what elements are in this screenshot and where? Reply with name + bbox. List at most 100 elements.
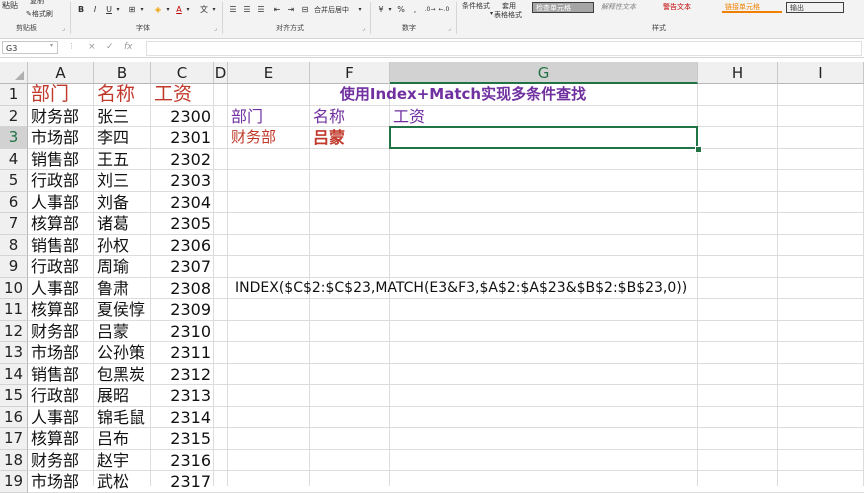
salary-cell[interactable]: 2312: [151, 364, 214, 386]
column-header-h[interactable]: H: [698, 62, 778, 84]
dept-cell[interactable]: 市场部: [28, 127, 94, 149]
format-painter-button[interactable]: ✎格式刷: [26, 9, 53, 19]
font-dialog-launcher-icon[interactable]: ⌟: [214, 24, 217, 34]
column-header-e[interactable]: E: [228, 62, 310, 84]
name-box-dropdown-icon[interactable]: ▾: [50, 42, 53, 49]
dept-cell[interactable]: 人事部: [28, 407, 94, 429]
font-color-button[interactable]: A: [174, 4, 184, 15]
salary-cell[interactable]: 2311: [151, 342, 214, 364]
cancel-icon[interactable]: ×: [88, 42, 96, 52]
style-explanatory[interactable]: 解释性文本: [598, 2, 656, 13]
name-cell[interactable]: 展昭: [94, 385, 151, 407]
row-header-15[interactable]: 15: [0, 385, 28, 407]
copy-button[interactable]: 复制: [30, 0, 44, 6]
salary-cell[interactable]: 2303: [151, 170, 214, 192]
paste-button[interactable]: 粘贴: [2, 1, 18, 11]
phonetic-button[interactable]: 文: [198, 4, 210, 15]
align-right-icon[interactable]: ☰: [256, 4, 266, 15]
thousands-button[interactable]: ,: [410, 4, 420, 15]
dept-cell[interactable]: 市场部: [28, 342, 94, 364]
dept-cell[interactable]: 行政部: [28, 256, 94, 278]
name-cell[interactable]: 诸葛: [94, 213, 151, 235]
column-header-i[interactable]: I: [778, 62, 864, 84]
dept-cell[interactable]: 市场部: [28, 471, 94, 493]
enter-icon[interactable]: ✓: [106, 42, 114, 52]
style-warning[interactable]: 警告文本: [660, 2, 718, 13]
style-output[interactable]: 输出: [786, 2, 844, 13]
increase-indent-icon[interactable]: ⇥: [286, 4, 296, 15]
name-cell[interactable]: 王五: [94, 149, 151, 171]
dept-cell[interactable]: 核算部: [28, 299, 94, 321]
dept-cell[interactable]: 销售部: [28, 235, 94, 257]
dept-cell[interactable]: 财务部: [28, 106, 94, 128]
row-header-13[interactable]: 13: [0, 342, 28, 364]
name-cell[interactable]: 刘三: [94, 170, 151, 192]
row-header-17[interactable]: 17: [0, 428, 28, 450]
border-icon[interactable]: ⊞: [126, 4, 138, 15]
salary-cell[interactable]: 2315: [151, 428, 214, 450]
fill-color-dropdown-icon[interactable]: ▾: [164, 4, 172, 15]
dept-cell[interactable]: 销售部: [28, 364, 94, 386]
name-cell[interactable]: 孙权: [94, 235, 151, 257]
row-header-14[interactable]: 14: [0, 363, 28, 385]
formula-text-cell[interactable]: INDEX($C$2:$C$23,MATCH(E3&F3,$A$2:$A$23&…: [232, 278, 702, 300]
row-header-18[interactable]: 18: [0, 449, 28, 471]
lookup-title-cell[interactable]: 使用Index+Match实现多条件查找: [228, 84, 698, 106]
row-header-19[interactable]: 19: [0, 471, 28, 493]
salary-cell[interactable]: 2316: [151, 450, 214, 472]
dept-cell[interactable]: 财务部: [28, 321, 94, 343]
salary-cell[interactable]: 2305: [151, 213, 214, 235]
name-cell[interactable]: 武松: [94, 471, 151, 493]
column-header-b[interactable]: B: [94, 62, 151, 84]
increase-decimal-icon[interactable]: .0→: [424, 4, 436, 15]
percent-button[interactable]: %: [396, 4, 406, 15]
column-header-g[interactable]: G: [390, 62, 698, 84]
header-dept-cell[interactable]: 部门: [28, 83, 94, 106]
merge-dropdown-icon[interactable]: ▾: [356, 4, 364, 15]
italic-button[interactable]: I: [90, 4, 100, 15]
lookup-name-input-cell[interactable]: 吕蒙: [310, 127, 390, 149]
dept-cell[interactable]: 核算部: [28, 213, 94, 235]
row-header-1[interactable]: 1: [0, 84, 28, 106]
name-cell[interactable]: 公孙策: [94, 342, 151, 364]
dept-cell[interactable]: 销售部: [28, 149, 94, 171]
align-left-icon[interactable]: ☰: [228, 4, 238, 15]
name-cell[interactable]: 夏侯惇: [94, 299, 151, 321]
column-header-a[interactable]: A: [28, 62, 94, 84]
row-header-5[interactable]: 5: [0, 170, 28, 192]
lookup-name-label-cell[interactable]: 名称: [310, 106, 390, 128]
row-header-10[interactable]: 10: [0, 277, 28, 299]
lookup-dept-label-cell[interactable]: 部门: [228, 106, 310, 128]
row-header-11[interactable]: 11: [0, 299, 28, 321]
name-cell[interactable]: 张三: [94, 106, 151, 128]
salary-cell[interactable]: 2314: [151, 407, 214, 429]
lookup-salary-label-cell[interactable]: 工资: [390, 106, 698, 128]
row-header-6[interactable]: 6: [0, 191, 28, 213]
salary-cell[interactable]: 2300: [151, 106, 214, 128]
column-header-f[interactable]: F: [310, 62, 390, 84]
dept-cell[interactable]: 行政部: [28, 170, 94, 192]
name-cell[interactable]: 赵宇: [94, 450, 151, 472]
font-color-dropdown-icon[interactable]: ▾: [184, 4, 192, 15]
dept-cell[interactable]: 财务部: [28, 450, 94, 472]
merge-center-button[interactable]: 合并后居中: [314, 5, 349, 15]
select-all-button[interactable]: [0, 62, 28, 84]
salary-cell[interactable]: 2307: [151, 256, 214, 278]
row-header-12[interactable]: 12: [0, 320, 28, 342]
align-center-icon[interactable]: ☰: [242, 4, 252, 15]
conditional-format-dropdown-icon[interactable]: ▾: [490, 9, 493, 19]
dept-cell[interactable]: 核算部: [28, 428, 94, 450]
name-cell[interactable]: 刘备: [94, 192, 151, 214]
salary-cell[interactable]: 2317: [151, 471, 214, 493]
salary-cell[interactable]: 2309: [151, 299, 214, 321]
fill-color-icon[interactable]: ◈: [152, 4, 164, 15]
style-linked-cell[interactable]: 链接单元格: [722, 2, 782, 13]
name-cell[interactable]: 鲁肃: [94, 278, 151, 300]
conditional-format-button[interactable]: 条件格式: [462, 1, 490, 11]
name-cell[interactable]: 包黑炭: [94, 364, 151, 386]
column-header-c[interactable]: C: [151, 62, 214, 84]
salary-cell[interactable]: 2301: [151, 127, 214, 149]
dept-cell[interactable]: 行政部: [28, 385, 94, 407]
row-header-4[interactable]: 4: [0, 148, 28, 170]
dialog-launcher-icon[interactable]: ⌟: [62, 24, 65, 34]
